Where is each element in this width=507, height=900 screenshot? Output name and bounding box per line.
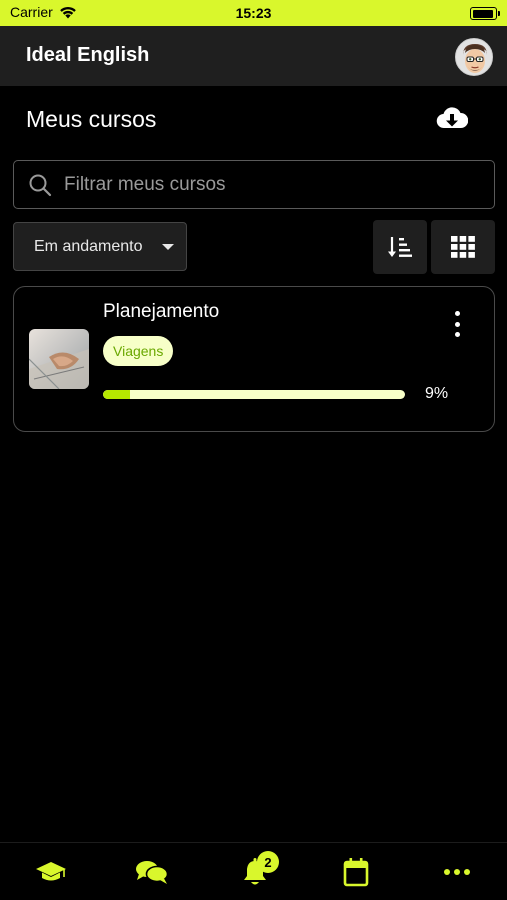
- course-progress-label: 9%: [425, 385, 449, 402]
- app-header: Ideal English: [0, 26, 507, 86]
- grid-view-icon: [451, 236, 475, 258]
- user-avatar-icon[interactable]: [455, 38, 493, 76]
- course-thumbnail-image: [29, 329, 89, 389]
- status-bar: Carrier 15:23: [0, 0, 507, 26]
- course-options-icon[interactable]: [450, 309, 464, 339]
- graduation-cap-icon: [36, 862, 66, 881]
- bottom-tab-bar: 2: [0, 842, 507, 900]
- course-thumbnail: [29, 329, 89, 389]
- menu-dot: [454, 311, 460, 316]
- menu-dot: [454, 321, 460, 327]
- search-box: [13, 160, 495, 209]
- tab-messages[interactable]: [132, 855, 172, 889]
- course-progress-fill: [103, 390, 131, 399]
- tab-notifications[interactable]: 2: [235, 851, 279, 889]
- tab-calendar[interactable]: [336, 855, 376, 889]
- app-title: Ideal English: [26, 44, 150, 66]
- menu-dot: [454, 332, 460, 337]
- notification-badge: 2: [257, 851, 279, 873]
- cloud-download-icon: [436, 107, 469, 129]
- status-filter-value: Em andamento: [34, 237, 143, 255]
- grid-view-button[interactable]: [431, 220, 495, 274]
- course-card[interactable]: Planejamento Viagens 9%: [13, 286, 495, 432]
- course-title: Planejamento: [103, 301, 220, 322]
- status-filter-dropdown[interactable]: Em andamento: [13, 222, 187, 271]
- battery-icon: [470, 7, 500, 20]
- tab-more[interactable]: [437, 855, 477, 889]
- status-time: 15:23: [235, 5, 272, 21]
- sort-button[interactable]: [373, 220, 427, 274]
- more-dots-icon: [444, 869, 470, 875]
- tab-courses[interactable]: [31, 855, 71, 889]
- battery-fill: [472, 9, 494, 18]
- search-input[interactable]: [64, 171, 484, 199]
- sort-descending-icon: [388, 237, 412, 257]
- avatar-face-icon: [456, 39, 492, 75]
- page-title: Meus cursos: [26, 106, 157, 132]
- calendar-icon: [343, 858, 369, 887]
- course-progress-bar: [103, 390, 405, 399]
- course-tag: Viagens: [103, 336, 174, 366]
- search-icon: [29, 174, 52, 197]
- caret-down-icon: [162, 244, 174, 250]
- cloud-download-button[interactable]: [436, 104, 469, 132]
- chat-bubbles-icon: [136, 861, 169, 884]
